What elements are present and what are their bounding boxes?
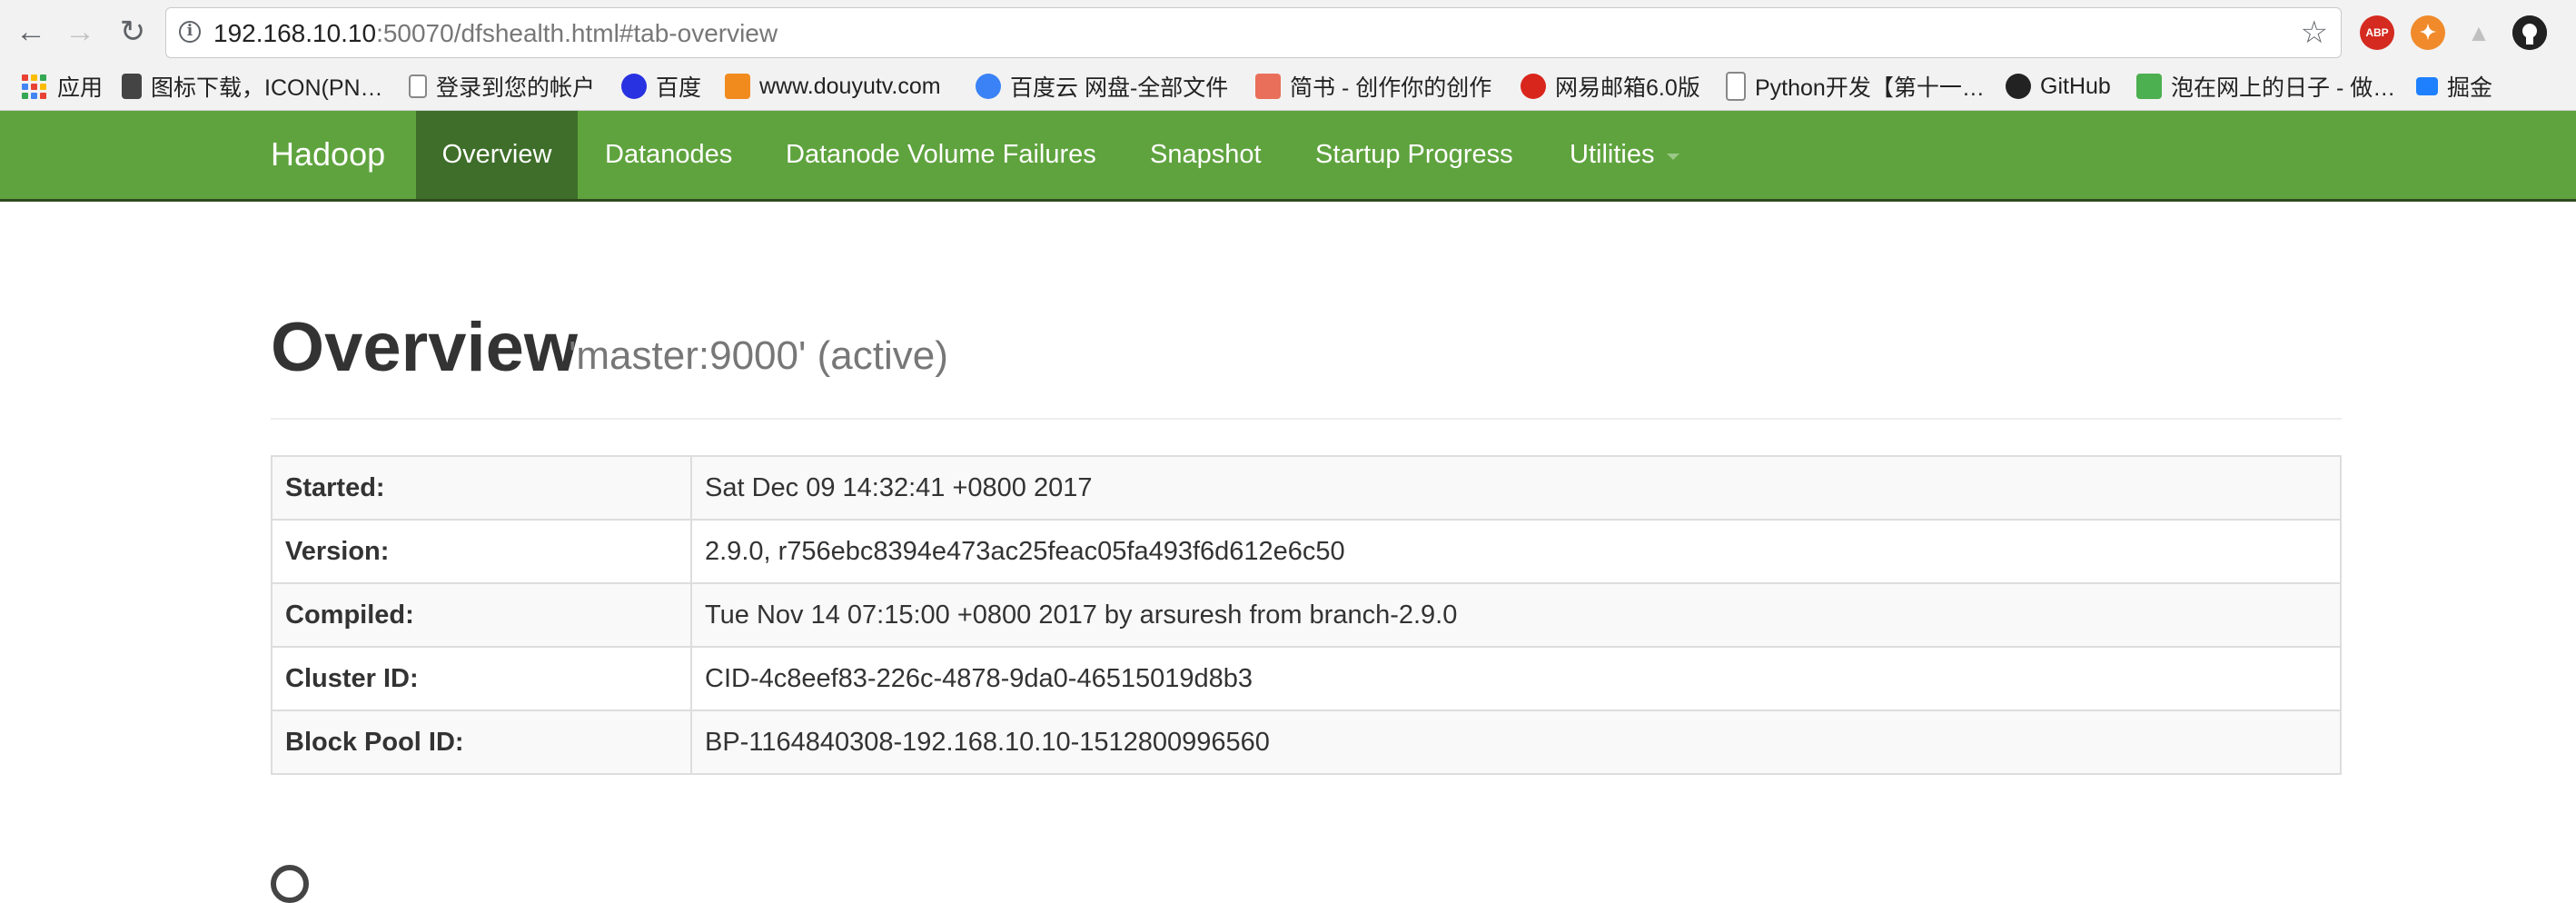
row-value: Tue Nov 14 07:15:00 +0800 2017 by arsure… (690, 582, 2342, 648)
row-key: Compiled: (271, 582, 692, 648)
table-row: Version: 2.9.0, r756ebc8394e473ac25feac0… (271, 519, 2342, 584)
bookmark-python[interactable]: Python开发【第十一… (1726, 69, 1985, 104)
tab-overview[interactable]: Overview (416, 111, 578, 199)
bookmark-douyu[interactable]: www.douyutv.com (725, 69, 941, 104)
url-path: :50070/dfshealth.html#tab-overview (376, 19, 778, 47)
page-subtitle: 'master:9000' (active) (569, 333, 948, 378)
next-section-heading-fragment (271, 865, 309, 903)
bookmark-label: www.douyutv.com (759, 73, 941, 99)
tab-label: Snapshot (1150, 140, 1262, 169)
bookmark-label: 泡在网上的日子 - 做… (2171, 75, 2396, 101)
arrow-right-icon[interactable]: → (60, 12, 100, 52)
row-key: Started: (271, 455, 692, 521)
bookmark-label: 简书 - 创作你的创作 (1290, 75, 1492, 101)
row-value: 2.9.0, r756ebc8394e473ac25feac05fa493f6d… (690, 519, 2342, 584)
bookmark-apps[interactable]: 应用 (22, 69, 103, 104)
bookmark-netease-mail[interactable]: 网易邮箱6.0版 (1521, 69, 1700, 104)
tab-label: Overview (441, 140, 552, 169)
bookmark-juejin[interactable]: 掘金 (2416, 69, 2492, 104)
douyu-icon (725, 74, 750, 99)
row-key: Block Pool ID: (271, 710, 692, 775)
bookmark-label: 网易邮箱6.0版 (1555, 75, 1700, 101)
browser-toolbar: ← → ↻ i 192.168.10.10:50070/dfshealth.ht… (0, 0, 2576, 64)
tab-datanode-volume-failures[interactable]: Datanode Volume Failures (786, 111, 1096, 199)
overview-info-table: Started: Sat Dec 09 14:32:41 +0800 2017 … (271, 455, 2342, 775)
url-text[interactable]: 192.168.10.10:50070/dfshealth.html#tab-o… (213, 18, 778, 49)
tree-extension-icon[interactable]: ▲ (2462, 15, 2496, 50)
bookmark-baidu[interactable]: 百度 (621, 69, 701, 104)
row-key: Cluster ID: (271, 646, 692, 711)
github-icon[interactable] (2512, 15, 2547, 50)
juejin-icon (2416, 77, 2438, 95)
url-host: 192.168.10.10 (213, 19, 377, 47)
bookmarks-bar: 应用 图标下载，ICON(PN… 登录到您的帐户 百度 www.douyutv.… (0, 64, 2576, 111)
bookmark-baidu-cloud[interactable]: 百度云 网盘-全部文件 (976, 69, 1228, 104)
netease-mail-icon (1521, 74, 1546, 99)
page-title: Overview (271, 309, 578, 386)
bookmark-login[interactable]: 登录到您的帐户 (409, 69, 595, 104)
jianshu-icon (1255, 74, 1281, 99)
tab-label: Datanode Volume Failures (786, 140, 1096, 169)
brand-logo[interactable]: Hadoop (271, 134, 385, 175)
python-site-icon (1726, 72, 1746, 101)
baidu-icon (621, 74, 647, 99)
address-bar[interactable]: i 192.168.10.10:50070/dfshealth.html#tab… (165, 7, 2342, 58)
tab-datanodes[interactable]: Datanodes (605, 111, 732, 199)
table-row: Compiled: Tue Nov 14 07:15:00 +0800 2017… (271, 582, 2342, 648)
tab-utilities-dropdown[interactable]: Utilities (1570, 111, 1680, 199)
tab-label: Utilities (1570, 140, 1655, 169)
tab-snapshot[interactable]: Snapshot (1150, 111, 1262, 199)
baidu-cloud-icon (976, 74, 1001, 99)
table-row: Block Pool ID: BP-1164840308-192.168.10.… (271, 710, 2342, 775)
bookmark-label: 掘金 (2447, 75, 2493, 101)
table-row: Cluster ID: CID-4c8eef83-226c-4878-9da0-… (271, 646, 2342, 711)
page-icon (409, 74, 427, 98)
bookmark-label: 图标下载，ICON(PN… (151, 75, 383, 101)
row-value: BP-1164840308-192.168.10.10-151280099656… (690, 710, 2342, 775)
row-value: CID-4c8eef83-226c-4878-9da0-46515019d8b3 (690, 646, 2342, 711)
bookmark-label: Python开发【第十一… (1755, 75, 1985, 101)
reload-icon[interactable]: ↻ (113, 12, 153, 52)
bookmark-label: 登录到您的帐户 (436, 75, 596, 101)
divider (271, 418, 2342, 420)
tab-label: Startup Progress (1315, 140, 1513, 169)
row-value: Sat Dec 09 14:32:41 +0800 2017 (690, 455, 2342, 521)
bookmark-label: 应用 (57, 75, 104, 101)
star-icon[interactable]: ☆ (2301, 15, 2328, 50)
tab-startup-progress[interactable]: Startup Progress (1315, 111, 1513, 199)
bookmark-site-icon (122, 74, 142, 99)
bookmark-label: GitHub (2040, 73, 2111, 99)
bookmark-label: 百度云 网盘-全部文件 (1010, 75, 1229, 101)
arrow-left-icon[interactable]: ← (11, 12, 51, 52)
adblock-plus-icon[interactable]: ABP (2360, 15, 2394, 50)
apps-grid-icon (22, 74, 46, 99)
table-row: Started: Sat Dec 09 14:32:41 +0800 2017 (271, 455, 2342, 521)
bookmark-jianshu[interactable]: 简书 - 创作你的创作 (1255, 69, 1491, 104)
hadoop-navbar: Hadoop Overview Datanodes Datanode Volum… (0, 111, 2576, 202)
jcodecraeer-icon (2136, 74, 2162, 99)
github-icon (2006, 74, 2031, 99)
row-key: Version: (271, 519, 692, 584)
bookmark-icon-download[interactable]: 图标下载，ICON(PN… (122, 69, 383, 104)
orange-extension-icon[interactable]: ✦ (2411, 15, 2445, 50)
info-icon[interactable]: i (179, 21, 201, 43)
bookmark-github[interactable]: GitHub (2006, 69, 2111, 104)
bookmark-label: 百度 (656, 75, 702, 101)
tab-label: Datanodes (605, 140, 733, 169)
caret-down-icon (1667, 154, 1680, 160)
bookmark-jcodecraeer[interactable]: 泡在网上的日子 - 做… (2136, 69, 2395, 104)
